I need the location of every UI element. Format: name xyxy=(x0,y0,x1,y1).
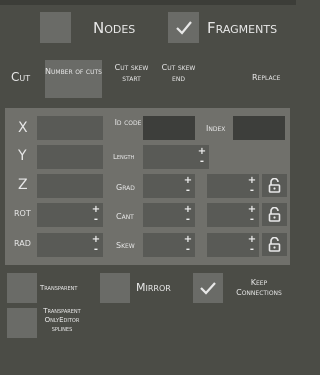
cut-skew-start-button[interactable]: Cut skew start xyxy=(113,62,150,84)
x-label: X xyxy=(18,120,28,136)
mirror-checkbox[interactable] xyxy=(100,273,130,303)
check-icon xyxy=(200,282,216,295)
number-of-cuts-button[interactable]: Number of cuts xyxy=(45,60,102,98)
cut-skew-end-button[interactable]: Cut skew end xyxy=(160,62,197,84)
check-icon xyxy=(176,21,192,35)
index-input[interactable] xyxy=(233,116,285,140)
cant-decrement-button[interactable]: - xyxy=(183,215,193,225)
fragments-checkbox[interactable] xyxy=(168,12,199,43)
length-decrement-button[interactable]: - xyxy=(197,157,207,167)
grad-label: Grad xyxy=(116,183,135,192)
rad-increment-button[interactable]: + xyxy=(91,235,101,245)
transparent-label: Transparent xyxy=(40,284,78,292)
cant-lock-button[interactable] xyxy=(262,203,287,226)
grad-lock-button[interactable] xyxy=(262,174,287,197)
nodes-label: Nodes xyxy=(93,19,136,37)
cant-label: Cant xyxy=(116,212,134,221)
cant-increment-button[interactable]: + xyxy=(183,205,193,215)
grad-increment-button[interactable]: + xyxy=(183,176,193,186)
id-code-input[interactable] xyxy=(143,116,195,140)
fragments-label: Fragments xyxy=(207,19,278,37)
skew-label: Skew xyxy=(116,241,135,250)
unlock-icon xyxy=(268,237,281,252)
rot-decrement-button[interactable]: - xyxy=(91,215,101,225)
rot-increment-button[interactable]: + xyxy=(91,205,101,215)
cut-label: Cut xyxy=(11,70,31,84)
skew-end-decrement-button[interactable]: - xyxy=(247,245,257,255)
transparent-checkbox[interactable] xyxy=(7,273,37,303)
skew-end-increment-button[interactable]: + xyxy=(247,235,257,245)
rad-decrement-button[interactable]: - xyxy=(91,245,101,255)
length-increment-button[interactable]: + xyxy=(197,147,207,157)
y-label: Y xyxy=(18,148,27,164)
cant-end-decrement-button[interactable]: - xyxy=(247,215,257,225)
unlock-icon xyxy=(268,178,281,193)
nodes-checkbox[interactable] xyxy=(40,12,71,43)
z-input[interactable] xyxy=(37,174,103,198)
y-input[interactable] xyxy=(37,145,103,169)
transparent-only-editor-splines-checkbox[interactable] xyxy=(7,308,37,338)
replace-button[interactable]: Replace xyxy=(252,73,280,82)
keep-connections-label: Keep Connections xyxy=(236,278,282,297)
id-code-label: Id code xyxy=(114,118,142,127)
length-label: Length xyxy=(113,153,135,161)
mirror-label: Mirror xyxy=(136,281,171,294)
x-input[interactable] xyxy=(37,116,103,140)
z-label: Z xyxy=(18,177,28,193)
rad-label: RAD xyxy=(14,239,31,248)
grad-decrement-button[interactable]: - xyxy=(183,186,193,196)
unlock-icon xyxy=(268,207,281,222)
cant-end-increment-button[interactable]: + xyxy=(247,205,257,215)
keep-connections-checkbox[interactable] xyxy=(193,273,223,303)
skew-increment-button[interactable]: + xyxy=(183,235,193,245)
skew-decrement-button[interactable]: - xyxy=(183,245,193,255)
grad-end-decrement-button[interactable]: - xyxy=(247,186,257,196)
index-label: Index xyxy=(206,124,226,133)
rot-label: ROT xyxy=(14,209,31,218)
skew-lock-button[interactable] xyxy=(262,233,287,256)
window-top-strip xyxy=(0,0,296,5)
grad-end-increment-button[interactable]: + xyxy=(247,176,257,186)
transparent-only-editor-splines-label: Transparent OnlyEditor splines xyxy=(43,307,81,333)
